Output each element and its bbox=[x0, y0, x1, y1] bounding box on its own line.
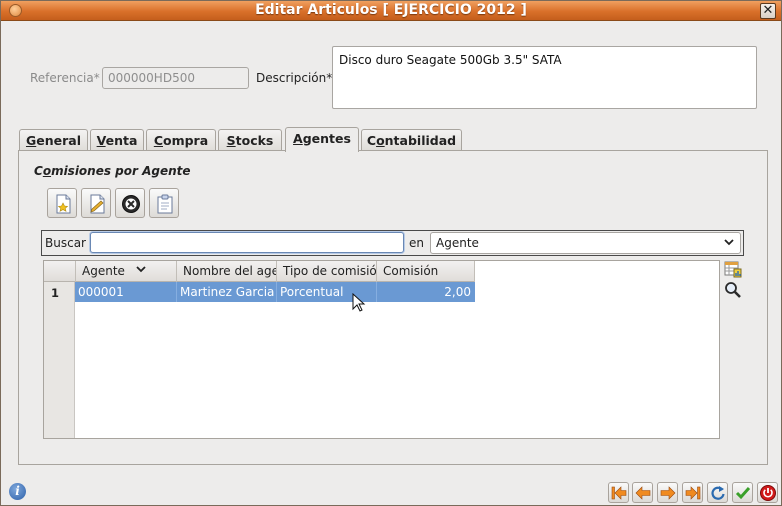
search-field-select[interactable]: Agente bbox=[430, 232, 741, 254]
delete-record-button[interactable] bbox=[115, 188, 145, 218]
last-record-button[interactable] bbox=[682, 482, 703, 503]
tab-stocks[interactable]: Stocks bbox=[218, 129, 282, 151]
search-label: Buscar bbox=[45, 236, 86, 250]
copy-record-button[interactable] bbox=[149, 188, 179, 218]
column-header-comision[interactable]: Comisión bbox=[376, 261, 475, 282]
first-record-button[interactable] bbox=[608, 482, 629, 503]
accept-button[interactable] bbox=[732, 482, 753, 503]
title-bar[interactable]: Editar Articulos [ EJERCICIO 2012 ] ✕ bbox=[1, 1, 781, 21]
new-record-icon bbox=[56, 194, 71, 214]
dialog-window: Editar Articulos [ EJERCICIO 2012 ] ✕ Re… bbox=[0, 0, 782, 506]
mouse-cursor-icon bbox=[352, 293, 366, 312]
table-search-button[interactable] bbox=[724, 281, 742, 299]
delete-record-icon bbox=[122, 195, 140, 213]
table-config-button[interactable] bbox=[724, 260, 742, 278]
referencia-field: 000000HD500 bbox=[102, 67, 249, 89]
accept-icon bbox=[735, 487, 751, 500]
referencia-label: Referencia* bbox=[30, 71, 100, 85]
refresh-icon bbox=[711, 486, 725, 500]
descripcion-label: Descripción* bbox=[256, 71, 333, 85]
edit-record-button[interactable] bbox=[81, 188, 111, 218]
next-icon bbox=[660, 486, 676, 500]
refresh-button[interactable] bbox=[707, 482, 728, 503]
table-row[interactable]: 000001 Martinez Garcia Porcentual 2,00 bbox=[75, 282, 475, 302]
sort-descending-icon bbox=[136, 264, 146, 277]
row-number: 1 bbox=[51, 286, 60, 300]
column-header-tipo[interactable]: Tipo de comisión bbox=[276, 261, 376, 282]
section-title: Comisiones por Agente bbox=[34, 164, 191, 178]
cancel-icon bbox=[760, 485, 776, 501]
search-in-label: en bbox=[409, 236, 424, 250]
previous-icon bbox=[635, 486, 651, 500]
column-header-agente[interactable]: Agente bbox=[75, 261, 176, 282]
agentes-table[interactable]: Agente Nombre del agente Tipo de comisió… bbox=[43, 260, 720, 439]
search-magnifier-icon bbox=[725, 282, 741, 298]
chevron-down-icon bbox=[724, 237, 734, 250]
cell-nombre: Martinez Garcia bbox=[176, 282, 276, 302]
tab-general[interactable]: General bbox=[19, 129, 88, 151]
column-header-nombre[interactable]: Nombre del agente bbox=[176, 261, 276, 282]
row-header-column bbox=[44, 261, 75, 438]
cell-agente: 000001 bbox=[78, 285, 124, 299]
table-config-icon bbox=[724, 261, 742, 278]
search-field-value: Agente bbox=[436, 236, 479, 250]
edit-record-icon bbox=[90, 194, 105, 214]
close-button[interactable]: ✕ bbox=[760, 3, 776, 19]
new-record-button[interactable] bbox=[47, 188, 77, 218]
tab-compra[interactable]: Compra bbox=[146, 129, 216, 151]
tab-venta[interactable]: Venta bbox=[90, 129, 144, 151]
last-icon bbox=[685, 486, 701, 500]
cell-comision: 2,00 bbox=[376, 282, 475, 302]
tab-agentes[interactable]: Agentes bbox=[285, 127, 359, 152]
search-input[interactable] bbox=[90, 232, 404, 253]
previous-record-button[interactable] bbox=[632, 482, 653, 503]
copy-record-icon bbox=[157, 194, 173, 214]
descripcion-field[interactable]: Disco duro Seagate 500Gb 3.5" SATA bbox=[332, 46, 757, 109]
first-icon bbox=[611, 486, 627, 500]
tab-contabilidad[interactable]: Contabilidad bbox=[361, 129, 462, 151]
next-record-button[interactable] bbox=[657, 482, 678, 503]
cancel-button[interactable] bbox=[757, 482, 778, 503]
window-title: Editar Articulos [ EJERCICIO 2012 ] bbox=[255, 2, 527, 18]
info-icon[interactable]: i bbox=[9, 483, 26, 500]
